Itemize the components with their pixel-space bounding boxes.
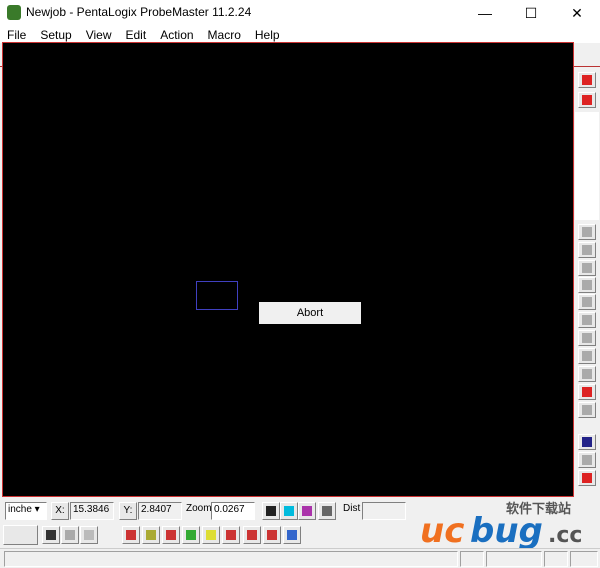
net-red-button[interactable]	[162, 526, 180, 544]
fill-square2-button[interactable]	[578, 294, 596, 310]
net-points-icon	[126, 530, 136, 540]
drawing-canvas[interactable]	[2, 42, 574, 497]
net-box-button[interactable]	[222, 526, 240, 544]
net-box-icon	[226, 530, 236, 540]
move-probe-icon	[582, 245, 592, 255]
net-list-button[interactable]	[283, 526, 301, 544]
y-label: Y:	[119, 502, 137, 520]
grid-button[interactable]	[42, 526, 60, 544]
zoom-label: Zoom	[186, 503, 212, 514]
watermark-logo: 软件下载站 uc bug .cc	[420, 501, 582, 548]
anchor-icon	[65, 530, 75, 540]
crosshair-icon	[582, 95, 592, 105]
app-icon	[7, 5, 21, 20]
wedge-button[interactable]	[578, 330, 596, 346]
net-red-icon	[166, 530, 176, 540]
dist-value	[362, 502, 406, 520]
status-pane	[4, 551, 458, 567]
status-pane	[570, 551, 598, 567]
probe-display-icon	[266, 506, 276, 516]
svg-text:.cc: .cc	[548, 523, 582, 548]
shift-icon	[582, 263, 592, 273]
units-select[interactable]: inche ▾	[5, 502, 47, 520]
shift-points-icon	[582, 405, 592, 415]
zoom-window-icon	[302, 506, 312, 516]
corners-button[interactable]	[578, 366, 596, 382]
probe-down-button[interactable]	[578, 224, 596, 240]
dist-label: Dist	[343, 503, 361, 514]
fill-square-icon	[582, 280, 592, 290]
net-split-button[interactable]	[243, 526, 261, 544]
anchor-button[interactable]	[61, 526, 79, 544]
net-list-icon	[287, 530, 297, 540]
wedge-icon	[582, 333, 592, 343]
probe-display-button[interactable]	[262, 502, 280, 520]
fill-square2-icon	[582, 297, 592, 307]
minimize-button[interactable]: —	[462, 0, 508, 26]
corners-icon	[582, 369, 592, 379]
net-points-button[interactable]	[122, 526, 140, 544]
window-title: Newjob - PentaLogix ProbeMaster 11.2.24	[26, 5, 252, 19]
status-pane	[460, 551, 484, 567]
fill-square-button[interactable]	[578, 277, 596, 293]
net-green-button[interactable]	[182, 526, 200, 544]
magnifier-icon	[284, 506, 294, 516]
snap-button[interactable]	[80, 526, 98, 544]
probe-down-icon	[582, 227, 592, 237]
eject-icon	[582, 437, 592, 447]
net-split-icon	[247, 530, 257, 540]
shape-icon	[582, 351, 592, 361]
zoom-input[interactable]: 0.0267	[211, 502, 255, 520]
probe-point-icon	[582, 75, 592, 85]
triangle-icon	[582, 315, 592, 325]
net-green-icon	[186, 530, 196, 540]
units-value: inche	[8, 504, 32, 515]
fixture-icon	[582, 455, 592, 465]
add-fixture-icon	[582, 473, 592, 483]
zoom-fit-icon	[322, 506, 332, 516]
status-pane	[486, 551, 542, 567]
probe-point-button[interactable]	[578, 72, 596, 88]
zoom-fit-button[interactable]	[318, 502, 336, 520]
fixture-button[interactable]	[578, 452, 596, 468]
snap-icon	[84, 530, 94, 540]
net-link-icon	[582, 387, 592, 397]
blank-panel-button[interactable]	[3, 525, 38, 545]
triangle-button[interactable]	[578, 312, 596, 328]
shift-button[interactable]	[578, 260, 596, 276]
abort-button[interactable]: Abort	[259, 302, 361, 324]
net-add-icon	[267, 530, 277, 540]
net-link-button[interactable]	[578, 384, 596, 400]
x-label: X:	[51, 502, 69, 520]
net-yellow-icon	[206, 530, 216, 540]
selection-rectangle	[196, 281, 238, 310]
title-bar: Newjob - PentaLogix ProbeMaster 11.2.24 …	[0, 0, 600, 26]
grid-icon	[46, 530, 56, 540]
maximize-button[interactable]: ☐	[508, 0, 554, 26]
eject-button[interactable]	[578, 434, 596, 450]
close-button[interactable]: ✕	[554, 0, 600, 26]
net-add-button[interactable]	[263, 526, 281, 544]
net-yellow-button[interactable]	[202, 526, 220, 544]
x-value: 15.3846	[70, 502, 114, 520]
right-toolbar-blank	[575, 112, 599, 220]
magnifier-button[interactable]	[280, 502, 298, 520]
crosshair-button[interactable]	[578, 92, 596, 108]
shape-button[interactable]	[578, 348, 596, 364]
status-pane	[544, 551, 568, 567]
net-values-icon	[146, 530, 156, 540]
y-value: 2.8407	[138, 502, 182, 520]
move-probe-button[interactable]	[578, 242, 596, 258]
svg-text:bug: bug	[470, 511, 543, 548]
zoom-window-button[interactable]	[298, 502, 316, 520]
shift-points-button[interactable]	[578, 402, 596, 418]
add-fixture-button[interactable]	[578, 470, 596, 486]
svg-text:uc: uc	[420, 511, 464, 548]
net-values-button[interactable]	[142, 526, 160, 544]
